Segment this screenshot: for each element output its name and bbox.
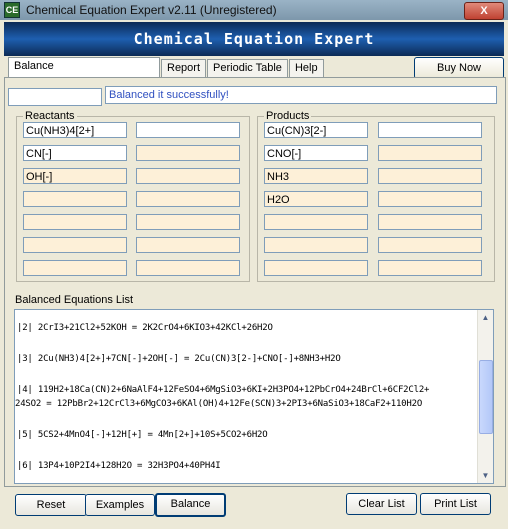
list-item[interactable]: |5| 5CS2+4MnO4[-]+12H[+] = 4Mn[2+]+10S+5… — [17, 430, 268, 440]
banner-title: Chemical Equation Expert — [133, 30, 375, 48]
product-field-6[interactable] — [264, 237, 368, 253]
product-field-2[interactable]: CNO[-] — [264, 145, 368, 161]
tab-report[interactable]: Report — [161, 59, 207, 77]
tab-periodic-table[interactable]: Periodic Table — [207, 59, 288, 77]
reactant-coefficient-2[interactable] — [136, 145, 240, 161]
list-item[interactable]: |3| 2Cu(NH3)4[2+]+7CN[-]+2OH[-] = 2Cu(CN… — [17, 354, 341, 364]
tab-balance[interactable]: Balance — [8, 57, 160, 77]
product-coefficient-2[interactable] — [378, 145, 482, 161]
equations-list[interactable]: |2| 2CrI3+21Cl2+52KOH = 2K2CrO4+6KIO3+42… — [14, 309, 494, 484]
banner: Chemical Equation Expert — [4, 22, 504, 56]
reactant-coefficient-3[interactable] — [136, 168, 240, 184]
product-field-7[interactable] — [264, 260, 368, 276]
clear-list-button[interactable]: Clear List — [346, 493, 417, 515]
buy-now-button[interactable]: Buy Now — [414, 57, 504, 79]
title-bar: CE Chemical Equation Expert v2.11 (Unreg… — [0, 0, 508, 20]
product-field-4[interactable]: H2O — [264, 191, 368, 207]
reactants-legend: Reactants — [25, 110, 75, 122]
status-message: Balanced it successfully! — [105, 86, 497, 104]
product-field-3[interactable]: NH3 — [264, 168, 368, 184]
examples-button[interactable]: Examples — [85, 494, 155, 516]
reactant-field-6[interactable] — [23, 237, 127, 253]
product-coefficient-5[interactable] — [378, 214, 482, 230]
reactant-field-5[interactable] — [23, 214, 127, 230]
tab-help[interactable]: Help — [288, 59, 324, 77]
scroll-thumb[interactable] — [479, 360, 493, 434]
reactant-coefficient-5[interactable] — [136, 214, 240, 230]
scroll-down-icon[interactable]: ▼ — [478, 468, 493, 483]
reactant-field-3[interactable]: OH[-] — [23, 168, 127, 184]
product-coefficient-1[interactable] — [378, 122, 482, 138]
products-legend: Products — [266, 110, 310, 122]
tab-strip: Balance Report Periodic Table Help — [8, 57, 325, 77]
reactant-coefficient-4[interactable] — [136, 191, 240, 207]
product-coefficient-6[interactable] — [378, 237, 482, 253]
reactant-field-7[interactable] — [23, 260, 127, 276]
scroll-up-icon[interactable]: ▲ — [478, 310, 493, 325]
reactant-field-2[interactable]: CN[-] — [23, 145, 127, 161]
reset-button[interactable]: Reset — [15, 494, 87, 516]
list-item[interactable]: |4| 119H2+18Ca(CN)2+6NaAlF4+12FeSO4+6MgS… — [17, 385, 429, 395]
product-coefficient-7[interactable] — [378, 260, 482, 276]
list-item[interactable]: |2| 2CrI3+21Cl2+52KOH = 2K2CrO4+6KIO3+42… — [17, 323, 273, 333]
reactant-coefficient-7[interactable] — [136, 260, 240, 276]
product-coefficient-4[interactable] — [378, 191, 482, 207]
product-field-1[interactable]: Cu(CN)3[2-] — [264, 122, 368, 138]
close-button[interactable]: X — [464, 2, 504, 20]
app-icon: CE — [4, 2, 20, 18]
reactant-field-4[interactable] — [23, 191, 127, 207]
window-title: Chemical Equation Expert v2.11 (Unregist… — [26, 3, 277, 17]
equations-scrollbar[interactable]: ▲ ▼ — [477, 310, 493, 483]
list-item[interactable]: 24SO2 = 12PbBr2+12CrCl3+6MgCO3+6KAl(OH)4… — [15, 399, 422, 409]
mode-selector[interactable] — [8, 88, 102, 106]
reactant-coefficient-1[interactable] — [136, 122, 240, 138]
equations-list-label: Balanced Equations List — [15, 294, 134, 306]
reactant-coefficient-6[interactable] — [136, 237, 240, 253]
reactant-field-1[interactable]: Cu(NH3)4[2+] — [23, 122, 127, 138]
print-list-button[interactable]: Print List — [420, 493, 491, 515]
product-coefficient-3[interactable] — [378, 168, 482, 184]
list-item[interactable]: |6| 13P4+10P2I4+128H2O = 32H3PO4+40PH4I — [17, 461, 221, 471]
balance-button[interactable]: Balance — [155, 493, 226, 517]
product-field-5[interactable] — [264, 214, 368, 230]
